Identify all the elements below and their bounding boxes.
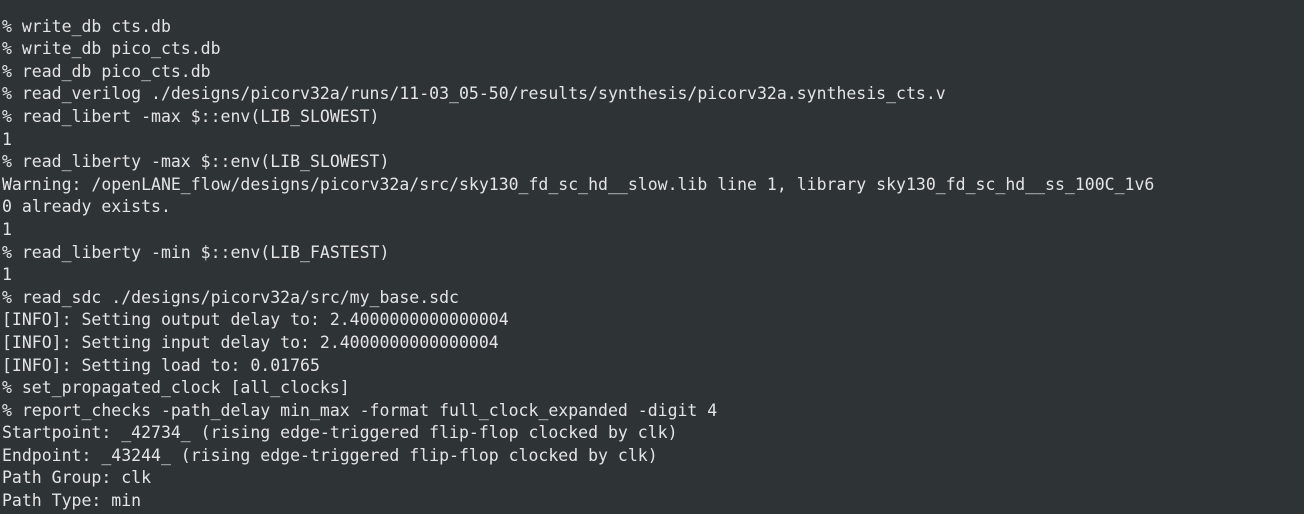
terminal-line: % read_liberty -max $::env(LIB_SLOWEST) — [2, 152, 390, 172]
terminal-line: % write_db cts.db — [2, 16, 171, 36]
terminal-line: 1 — [2, 129, 12, 149]
terminal-line: 1 — [2, 265, 12, 285]
terminal-window[interactable]: % write_db cts.db % write_db pico_cts.db… — [0, 0, 1304, 514]
terminal-line: 0 already exists. — [2, 197, 171, 217]
terminal-line: Startpoint: _42734_ (rising edge-trigger… — [2, 423, 678, 443]
terminal-line: % set_propagated_clock [all_clocks] — [2, 378, 350, 398]
terminal-line: Endpoint: _43244_ (rising edge-triggered… — [2, 445, 658, 465]
terminal-line: % report_checks -path_delay min_max -for… — [2, 400, 718, 420]
terminal-line: % read_libert -max $::env(LIB_SLOWEST) — [2, 106, 380, 126]
terminal-line: Path Type: min — [2, 491, 142, 511]
terminal-line: % read_liberty -min $::env(LIB_FASTEST) — [2, 242, 390, 262]
terminal-line: Warning: /openLANE_flow/designs/picorv32… — [2, 174, 1155, 194]
terminal-line: % write_db pico_cts.db — [2, 39, 221, 59]
terminal-line: Path Group: clk — [2, 468, 152, 488]
terminal-line: [INFO]: Setting input delay to: 2.400000… — [2, 332, 499, 352]
terminal-line: [INFO]: Setting output delay to: 2.40000… — [2, 310, 509, 330]
terminal-line-partial-top — [0, 0, 1304, 16]
terminal-line: [INFO]: Setting load to: 0.01765 — [2, 355, 320, 375]
terminal-line: 1 — [2, 219, 12, 239]
terminal-line: % read_verilog ./designs/picorv32a/runs/… — [2, 84, 946, 104]
terminal-line: % read_db pico_cts.db — [2, 61, 211, 81]
terminal-line: % read_sdc ./designs/picorv32a/src/my_ba… — [2, 287, 459, 307]
